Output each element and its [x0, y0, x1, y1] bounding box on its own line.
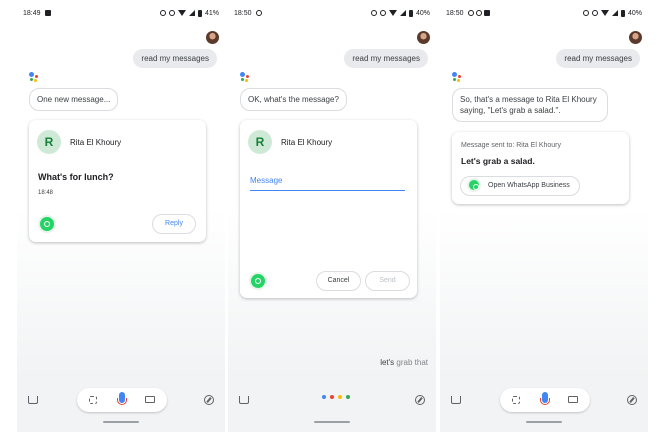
transcription-spoken: let's — [380, 358, 395, 367]
assistant-logo-icon — [240, 72, 252, 84]
assistant-reply-bubble: So, that's a message to Rita El Khoury s… — [452, 88, 608, 122]
status-bar: 18:50 40% — [234, 6, 430, 20]
status-bar: 18:50 40% — [446, 6, 642, 20]
input-pill — [77, 388, 167, 412]
assistant-logo-icon — [452, 72, 464, 84]
message-input[interactable]: Message — [250, 176, 405, 191]
gesture-handle[interactable] — [526, 421, 562, 423]
battery-icon — [620, 9, 625, 17]
explore-icon[interactable] — [415, 395, 425, 405]
reply-button[interactable]: Reply — [152, 214, 196, 234]
transcription-pending: grab that — [396, 358, 428, 367]
message-text: What's for lunch? — [38, 172, 114, 182]
message-time: 18:48 — [38, 190, 54, 196]
notification-icon — [44, 10, 51, 16]
phone-screen-2: 18:50 40% read my messages OK, what's th… — [228, 0, 436, 432]
open-whatsapp-business-button[interactable]: Open WhatsApp Business — [460, 176, 580, 196]
lens-icon[interactable] — [512, 396, 520, 404]
mic-icon[interactable] — [117, 392, 127, 405]
dnd-icon — [591, 10, 598, 16]
mic-icon[interactable] — [540, 392, 550, 405]
wifi-icon — [600, 10, 609, 16]
wifi-icon — [177, 10, 186, 16]
bottom-bar — [17, 380, 225, 432]
message-card: R Rita El Khoury What's for lunch? 18:48… — [29, 120, 206, 242]
user-query-bubble[interactable]: read my messages — [344, 49, 428, 68]
contact-name: Rita El Khoury — [70, 138, 122, 147]
phone-screen-1: 18:49 41% read my messages One new messa… — [17, 0, 225, 432]
whatsapp-notification-icon — [475, 10, 482, 16]
signal-icon — [611, 10, 618, 16]
location-icon — [159, 10, 166, 16]
gesture-handle[interactable] — [314, 421, 350, 423]
contact-avatar: R — [248, 130, 272, 154]
explore-icon[interactable] — [204, 395, 214, 405]
contact-name: Rita El Khoury — [281, 138, 333, 147]
explore-icon[interactable] — [627, 395, 637, 405]
compose-card: R Rita El Khoury Message Cancel Send — [240, 120, 417, 298]
signal-icon — [399, 10, 406, 16]
cancel-button[interactable]: Cancel — [316, 271, 361, 291]
sent-label: Message sent to: Rita El Khoury — [461, 142, 561, 149]
live-transcription: let's grab that — [380, 358, 428, 367]
dnd-icon — [168, 10, 175, 16]
bottom-bar — [228, 380, 436, 432]
bottom-bar — [440, 380, 648, 432]
keyboard-icon[interactable] — [145, 396, 155, 403]
user-query-bubble[interactable]: read my messages — [556, 49, 640, 68]
user-query-bubble[interactable]: read my messages — [133, 49, 217, 68]
user-avatar[interactable] — [629, 31, 642, 44]
app-notification-icon — [483, 10, 490, 16]
contact-avatar: R — [37, 130, 61, 154]
snapshot-icon[interactable] — [28, 396, 38, 404]
user-avatar[interactable] — [417, 31, 430, 44]
battery-percent: 41% — [204, 9, 219, 17]
notification-icon — [467, 10, 474, 16]
battery-icon — [408, 9, 413, 17]
snapshot-icon[interactable] — [239, 396, 249, 404]
battery-percent: 40% — [627, 9, 642, 17]
battery-percent: 40% — [415, 9, 430, 17]
location-icon — [370, 10, 377, 16]
open-app-label: Open WhatsApp Business — [488, 182, 570, 189]
whatsapp-icon — [467, 178, 481, 192]
snapshot-icon[interactable] — [451, 396, 461, 404]
assistant-logo-icon — [29, 72, 41, 84]
keyboard-icon[interactable] — [568, 396, 578, 403]
sent-message: Let's grab a salad. — [461, 156, 535, 166]
dnd-icon — [379, 10, 386, 16]
whatsapp-icon[interactable] — [249, 272, 267, 290]
status-time: 18:49 — [23, 9, 41, 17]
whatsapp-icon[interactable] — [38, 215, 56, 233]
gesture-handle[interactable] — [103, 421, 139, 423]
signal-icon — [188, 10, 195, 16]
battery-icon — [197, 9, 202, 17]
notification-icon — [255, 10, 262, 16]
listening-dots-icon — [322, 395, 352, 401]
phone-screen-3: 18:50 40% read my messages So, that's a … — [440, 0, 648, 432]
status-bar: 18:49 41% — [23, 6, 219, 20]
sent-confirmation-card: Message sent to: Rita El Khoury Let's gr… — [452, 132, 629, 204]
input-pill — [500, 388, 590, 412]
send-button[interactable]: Send — [365, 271, 410, 291]
wifi-icon — [388, 10, 397, 16]
assistant-reply-bubble: One new message... — [29, 88, 119, 111]
user-avatar[interactable] — [206, 31, 219, 44]
lens-icon[interactable] — [89, 396, 97, 404]
location-icon — [582, 10, 589, 16]
assistant-reply-bubble: OK, what's the message? — [240, 88, 347, 111]
status-time: 18:50 — [234, 9, 252, 17]
status-time: 18:50 — [446, 9, 464, 17]
